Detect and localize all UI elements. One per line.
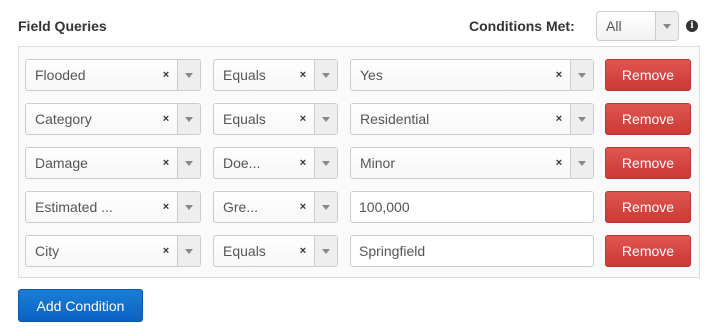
field-select-value: City [35, 243, 60, 259]
condition-row: Estimated ... × Gre... × 100,000 Remove [19, 191, 699, 223]
clear-icon[interactable]: × [296, 69, 310, 81]
operator-select[interactable]: Gre... × [213, 191, 338, 223]
operator-select[interactable]: Doe... × [213, 147, 338, 179]
chevron-down-icon[interactable] [570, 104, 593, 134]
field-select-value: Estimated ... [35, 199, 113, 215]
chevron-down-icon[interactable] [314, 60, 337, 90]
value-select-value: Yes [360, 67, 383, 83]
field-select-value: Damage [35, 155, 88, 171]
condition-row: City × Equals × Springfield Remove [19, 235, 699, 267]
field-select[interactable]: City × [25, 235, 201, 267]
conditions-met-value: All [606, 18, 622, 34]
remove-button[interactable]: Remove [605, 103, 691, 135]
clear-icon[interactable]: × [159, 157, 173, 169]
condition-row: Damage × Doe... × Minor × Remove [19, 147, 699, 179]
value-select-value: Minor [360, 155, 396, 171]
operator-select[interactable]: Equals × [213, 103, 338, 135]
conditions-met-label: Conditions Met: [469, 18, 575, 34]
field-select[interactable]: Category × [25, 103, 201, 135]
operator-select-value: Equals [223, 111, 266, 127]
info-icon[interactable]: i [686, 20, 698, 32]
value-input[interactable]: 100,000 [350, 191, 594, 223]
operator-select-value: Equals [223, 67, 266, 83]
chevron-down-icon[interactable] [314, 236, 337, 266]
field-select[interactable]: Damage × [25, 147, 201, 179]
clear-icon[interactable]: × [296, 245, 310, 257]
remove-button[interactable]: Remove [605, 147, 691, 179]
clear-icon[interactable]: × [159, 245, 173, 257]
field-select-value: Flooded [35, 67, 86, 83]
operator-select[interactable]: Equals × [213, 235, 338, 267]
operator-select-value: Gre... [223, 199, 259, 215]
conditions-panel: Flooded × Equals × Yes × Remove Category… [18, 46, 700, 278]
field-select-value: Category [35, 111, 92, 127]
condition-row: Flooded × Equals × Yes × Remove [19, 59, 699, 91]
chevron-down-icon[interactable] [570, 60, 593, 90]
value-select[interactable]: Yes × [350, 59, 594, 91]
clear-icon[interactable]: × [296, 157, 310, 169]
clear-icon[interactable]: × [159, 201, 173, 213]
clear-icon[interactable]: × [552, 113, 566, 125]
chevron-down-icon[interactable] [314, 104, 337, 134]
remove-button[interactable]: Remove [605, 59, 691, 91]
operator-select-value: Equals [223, 243, 266, 259]
operator-select[interactable]: Equals × [213, 59, 338, 91]
chevron-down-icon[interactable] [177, 60, 200, 90]
clear-icon[interactable]: × [552, 157, 566, 169]
field-queries-widget: Field Queries Conditions Met: All i Floo… [0, 0, 716, 335]
value-select-value: Residential [360, 111, 430, 127]
chevron-down-icon[interactable] [570, 148, 593, 178]
conditions-met-dropdown[interactable]: All [596, 11, 679, 41]
operator-select-value: Doe... [223, 155, 261, 171]
clear-icon[interactable]: × [296, 113, 310, 125]
chevron-down-icon[interactable] [314, 192, 337, 222]
value-select[interactable]: Residential × [350, 103, 594, 135]
chevron-down-icon[interactable] [177, 236, 200, 266]
remove-button[interactable]: Remove [605, 235, 691, 267]
clear-icon[interactable]: × [159, 113, 173, 125]
page-title: Field Queries [18, 18, 107, 34]
chevron-down-icon[interactable] [177, 104, 200, 134]
field-select[interactable]: Estimated ... × [25, 191, 201, 223]
clear-icon[interactable]: × [552, 69, 566, 81]
condition-row: Category × Equals × Residential × Remove [19, 103, 699, 135]
remove-button[interactable]: Remove [605, 191, 691, 223]
chevron-down-icon[interactable] [655, 12, 678, 40]
value-input[interactable]: Springfield [350, 235, 594, 267]
clear-icon[interactable]: × [296, 201, 310, 213]
chevron-down-icon[interactable] [177, 192, 200, 222]
clear-icon[interactable]: × [159, 69, 173, 81]
chevron-down-icon[interactable] [314, 148, 337, 178]
field-select[interactable]: Flooded × [25, 59, 201, 91]
value-select[interactable]: Minor × [350, 147, 594, 179]
chevron-down-icon[interactable] [177, 148, 200, 178]
add-condition-button[interactable]: Add Condition [18, 289, 143, 322]
